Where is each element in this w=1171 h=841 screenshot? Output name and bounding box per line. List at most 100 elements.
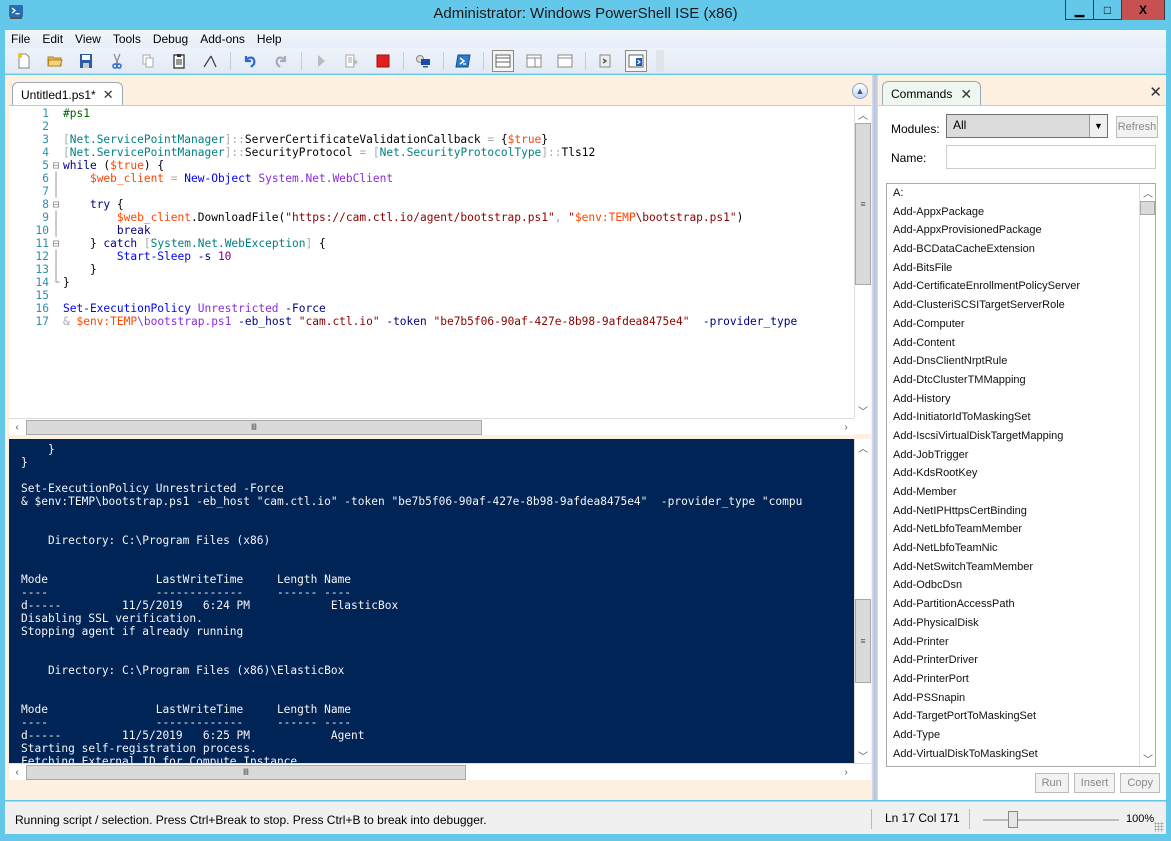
command-list-item[interactable]: Add-Content — [887, 334, 1155, 353]
command-list-item[interactable]: Add-BitsFile — [887, 259, 1155, 278]
name-filter-input[interactable] — [946, 145, 1156, 169]
undo-button[interactable] — [239, 50, 261, 72]
console-vertical-scrollbar[interactable]: ︿ ≡ ﹀ — [854, 439, 871, 763]
new-remote-tab-button[interactable] — [412, 50, 434, 72]
fold-toggle-icon[interactable]: ⊟ — [49, 159, 63, 172]
run-script-button[interactable] — [310, 50, 332, 72]
run-selection-button[interactable] — [341, 50, 363, 72]
scroll-left-icon[interactable]: ‹ — [9, 764, 25, 780]
command-list-item[interactable]: Add-Type — [887, 726, 1155, 745]
command-list-item[interactable]: Add-DnsClientNrptRule — [887, 352, 1155, 371]
command-list-scrollbar[interactable]: ︿ ﹀ — [1139, 184, 1155, 766]
command-list-item[interactable]: Add-IscsiVirtualDiskTargetMapping — [887, 427, 1155, 446]
fold-toggle-icon[interactable]: ⊟ — [49, 237, 63, 250]
editor-hscroll-thumb[interactable]: Ⅲ — [26, 420, 482, 435]
insert-button[interactable]: Insert — [1073, 773, 1116, 793]
command-list-item[interactable]: Add-NetSwitchTeamMember — [887, 558, 1155, 577]
menu-tools[interactable]: Tools — [113, 32, 141, 46]
editor-vscroll-thumb[interactable]: ≡ — [855, 123, 871, 285]
script-pane-maximized-button[interactable] — [554, 50, 576, 72]
command-list-item[interactable]: Add-AppxPackage — [887, 203, 1155, 222]
command-list-item[interactable]: Add-ClusteriSCSITargetServerRole — [887, 296, 1155, 315]
command-list-item[interactable]: Add-KdsRootKey — [887, 464, 1155, 483]
script-editor[interactable]: 1 #ps1 2 3 [Net.ServicePointManager]::Server… — [9, 105, 871, 435]
clear-console-button[interactable] — [199, 50, 221, 72]
scroll-up-icon[interactable]: ︿ — [855, 106, 871, 122]
menu-help[interactable]: Help — [257, 32, 282, 46]
command-list-item[interactable]: Add-DtcClusterTMMapping — [887, 371, 1155, 390]
command-list-item[interactable]: Add-Computer — [887, 315, 1155, 334]
zoom-slider-thumb[interactable] — [1007, 811, 1018, 828]
maximize-button[interactable]: □ — [1094, 0, 1122, 20]
command-list-item[interactable]: Add-NetLbfoTeamNic — [887, 539, 1155, 558]
scroll-left-icon[interactable]: ‹ — [9, 419, 25, 435]
scroll-down-icon[interactable]: ﹀ — [855, 402, 871, 418]
zoom-slider[interactable] — [983, 811, 1119, 828]
new-button[interactable] — [13, 50, 35, 72]
command-list-item[interactable]: A: — [887, 184, 1155, 203]
menu-edit[interactable]: Edit — [42, 32, 63, 46]
resize-grip[interactable] — [1154, 822, 1164, 832]
tab-untitled1[interactable]: Untitled1.ps1* ✕ — [12, 82, 123, 106]
console-pane[interactable]: }} Set-ExecutionPolicy Unrestricted -Forc… — [9, 439, 871, 780]
tab-close-icon[interactable]: ✕ — [103, 87, 114, 103]
menu-addons[interactable]: Add-ons — [200, 32, 245, 46]
script-pane-right-button[interactable] — [523, 50, 545, 72]
menu-view[interactable]: View — [75, 32, 101, 46]
commands-pane-close-icon[interactable]: ✕ — [1149, 83, 1162, 101]
collapse-script-pane-button[interactable]: ▲ — [852, 83, 868, 99]
command-list-item[interactable]: Add-OdbcDsn — [887, 576, 1155, 595]
toolbar-overflow-grip[interactable] — [656, 49, 664, 72]
console-hscroll-thumb[interactable]: Ⅲ — [26, 765, 466, 780]
command-list-item[interactable]: Add-History — [887, 390, 1155, 409]
scroll-right-icon[interactable]: › — [838, 764, 854, 780]
scroll-down-icon[interactable]: ﹀ — [1140, 750, 1155, 766]
start-powershell-button[interactable] — [452, 50, 474, 72]
commands-tab-close-icon[interactable]: ✕ — [960, 86, 972, 103]
fold-toggle-icon[interactable]: ⊟ — [49, 198, 63, 211]
command-list-scroll-thumb[interactable] — [1140, 201, 1155, 215]
command-list-item[interactable]: Add-AppxProvisionedPackage — [887, 221, 1155, 240]
tab-commands[interactable]: Commands ✕ — [882, 81, 982, 106]
command-list[interactable]: A: Add-AppxPackage Add-AppxProvisionedPack… — [886, 183, 1156, 767]
editor-horizontal-scrollbar[interactable]: ‹ Ⅲ › — [9, 418, 854, 435]
editor-vertical-scrollbar[interactable]: ︿ ≡ ﹀ — [854, 106, 871, 418]
command-list-item[interactable]: Add-Printer — [887, 633, 1155, 652]
scroll-right-icon[interactable]: › — [838, 419, 854, 435]
show-command-addon-button[interactable] — [625, 49, 647, 72]
command-list-item[interactable]: Add-InitiatorIdToMaskingSet — [887, 408, 1155, 427]
menu-debug[interactable]: Debug — [153, 32, 188, 46]
chevron-down-icon[interactable]: ▼ — [1089, 115, 1107, 137]
close-window-button[interactable]: X — [1122, 0, 1164, 20]
save-button[interactable] — [75, 50, 97, 72]
command-list-item[interactable]: Add-VirtualDiskToMaskingSet — [887, 745, 1155, 764]
command-list-item[interactable]: Add-TargetPortToMaskingSet — [887, 707, 1155, 726]
command-list-item[interactable]: Add-JobTrigger — [887, 446, 1155, 465]
run-button[interactable]: Run — [1034, 773, 1069, 793]
show-command-window-button[interactable] — [594, 50, 616, 72]
script-pane-top-button[interactable] — [492, 49, 514, 72]
command-list-item[interactable]: Add-CertificateEnrollmentPolicyServer — [887, 277, 1155, 296]
cut-button[interactable] — [106, 50, 128, 72]
minimize-button[interactable]: ▁ — [1066, 0, 1094, 20]
scroll-up-icon[interactable]: ︿ — [855, 439, 871, 455]
command-list-item[interactable]: Add-Member — [887, 483, 1155, 502]
command-list-item[interactable]: Add-PSSnapin — [887, 689, 1155, 708]
modules-dropdown[interactable]: All — [946, 114, 1108, 138]
copy-button[interactable] — [137, 50, 159, 72]
scroll-down-icon[interactable]: ﹀ — [855, 747, 871, 763]
redo-button[interactable] — [270, 50, 292, 72]
command-list-item[interactable]: Add-NetIPHttpsCertBinding — [887, 502, 1155, 521]
console-horizontal-scrollbar[interactable]: ‹ Ⅲ › — [9, 763, 871, 780]
command-list-item[interactable]: Add-PhysicalDisk — [887, 614, 1155, 633]
open-button[interactable] — [44, 50, 66, 72]
console-vscroll-thumb[interactable]: ≡ — [855, 599, 871, 683]
refresh-button[interactable]: Refresh — [1116, 116, 1158, 138]
menu-file[interactable]: File — [11, 32, 30, 46]
stop-button[interactable] — [372, 50, 394, 72]
command-list-item[interactable]: Add-BCDataCacheExtension — [887, 240, 1155, 259]
command-list-item[interactable]: Add-PartitionAccessPath — [887, 595, 1155, 614]
command-list-item[interactable]: Add-NetLbfoTeamMember — [887, 520, 1155, 539]
scroll-up-icon[interactable]: ︿ — [1140, 184, 1155, 200]
command-list-item[interactable]: Add-PrinterPort — [887, 670, 1155, 689]
